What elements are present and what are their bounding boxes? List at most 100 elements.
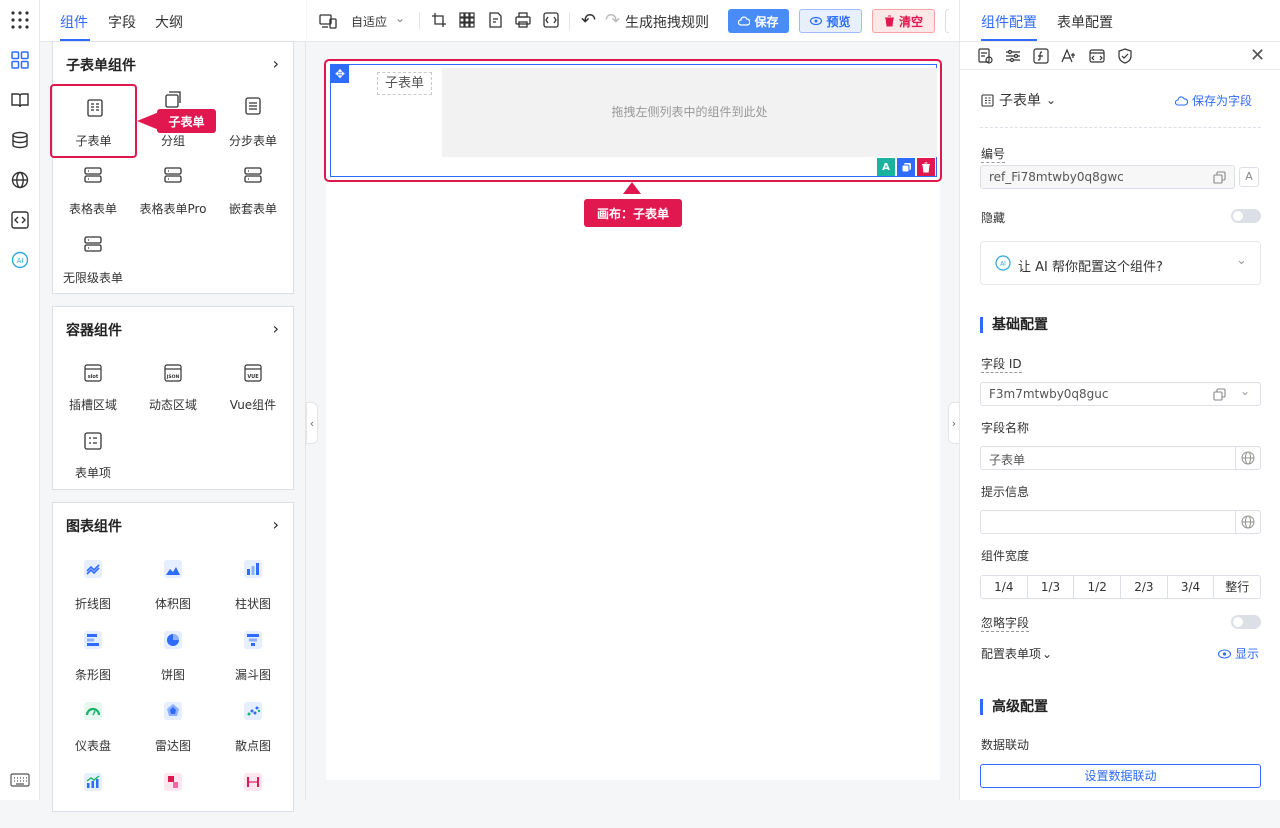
nested-form-icon	[244, 167, 262, 183]
width-option[interactable]: 1/2	[1074, 576, 1122, 598]
shield-icon[interactable]	[1117, 48, 1133, 64]
hide-toggle[interactable]	[1231, 209, 1261, 223]
components-icon[interactable]	[8, 48, 32, 72]
width-option[interactable]: 2/3	[1121, 576, 1168, 598]
form-item-icon	[84, 432, 102, 450]
component-radar-chart[interactable]: 雷达图	[133, 695, 213, 757]
clear-button[interactable]: 清空	[872, 9, 935, 33]
globe-icon[interactable]	[1241, 515, 1255, 529]
subform-block[interactable]: ✥ 子表单 拖拽左侧列表中的组件到此处 A	[330, 64, 937, 177]
svg-text:VUE: VUE	[247, 374, 259, 380]
component-area-chart[interactable]: 体积图	[133, 553, 213, 615]
device-icon[interactable]	[319, 12, 337, 33]
show-label: 显示	[1235, 647, 1260, 661]
crop-icon[interactable]	[431, 12, 447, 31]
ignore-toggle[interactable]	[1231, 615, 1261, 629]
edit-icon[interactable]	[487, 12, 503, 31]
component-infinite-form[interactable]: 无限级表单	[53, 226, 133, 288]
component-vue[interactable]: VUE Vue组件	[213, 357, 293, 419]
redo-icon[interactable]: ↷	[605, 10, 620, 31]
component-line-chart[interactable]: 折线图	[53, 553, 133, 615]
chevron-down-icon[interactable]: ⌄	[1240, 384, 1250, 398]
component-slot-area[interactable]: slot 插槽区域	[53, 357, 133, 419]
json-icon: JSON	[164, 364, 182, 382]
font-a-icon[interactable]: A	[1239, 167, 1259, 187]
component-step-form[interactable]: 分步表单	[213, 84, 293, 148]
ai-icon[interactable]: AI	[8, 248, 32, 272]
id-field[interactable]: ref_Fi78mtwby0q8gwc	[980, 165, 1235, 189]
infinite-form-icon	[84, 236, 102, 252]
component-table-form-pro[interactable]: 表格表单Pro	[133, 157, 213, 219]
grid-icon[interactable]	[459, 12, 475, 31]
cloud-icon	[738, 16, 751, 26]
tab-fields[interactable]: 字段	[108, 12, 136, 32]
component-block-chart[interactable]	[133, 766, 213, 828]
database-icon[interactable]	[8, 128, 32, 152]
component-table-form[interactable]: 表格表单	[53, 157, 133, 219]
book-icon[interactable]	[8, 88, 32, 112]
ai-help-card[interactable]: AI 让 AI 帮你配置这个组件? ⌄	[980, 241, 1261, 285]
component-subform[interactable]: 子表单	[50, 84, 137, 158]
keyboard-icon[interactable]	[8, 768, 32, 792]
component-dynamic-area[interactable]: JSON 动态区域	[133, 357, 213, 419]
tab-components[interactable]: 组件	[60, 12, 88, 32]
sliders-icon[interactable]	[1005, 48, 1021, 64]
globe-icon[interactable]	[8, 168, 32, 192]
component-mixed-chart[interactable]	[53, 766, 133, 828]
chevron-right-icon[interactable]: ›	[273, 319, 279, 338]
width-option[interactable]: 整行	[1214, 576, 1260, 598]
adaptive-select[interactable]: 自适应	[351, 13, 387, 30]
copy-icon[interactable]	[1213, 171, 1226, 184]
chevron-right-icon[interactable]: ›	[273, 54, 279, 73]
function-icon[interactable]	[1033, 48, 1049, 64]
globe-icon[interactable]	[1241, 451, 1255, 465]
component-gauge[interactable]: 仪表盘	[53, 695, 133, 757]
undo-icon[interactable]: ↶	[581, 10, 596, 31]
tab-outline[interactable]: 大纲	[155, 12, 183, 32]
close-icon[interactable]: ✕	[1250, 45, 1265, 66]
tab-form-config[interactable]: 表单配置	[1057, 12, 1113, 32]
field-name-input[interactable]: 子表单	[980, 446, 1261, 470]
component-scatter-chart[interactable]: 散点图	[213, 695, 293, 757]
component-strip-chart[interactable]: 条形图	[53, 624, 133, 686]
collapse-left-handle[interactable]: ‹	[306, 402, 318, 444]
props-icon[interactable]	[977, 48, 993, 64]
component-funnel-chart[interactable]: 漏斗图	[213, 624, 293, 686]
save-label: 保存	[754, 14, 779, 29]
config-items-toggle[interactable]: 配置表单项 ⌄	[981, 645, 1052, 662]
ai-action-icon[interactable]: A	[877, 158, 895, 176]
copy-icon[interactable]	[897, 158, 915, 176]
overflow-button-edge[interactable]	[945, 9, 949, 33]
advanced-config-heading: 高级配置	[980, 699, 1048, 715]
set-linkage-button[interactable]: 设置数据联动	[980, 764, 1261, 788]
component-gantt-chart[interactable]	[213, 766, 293, 828]
print-icon[interactable]	[515, 12, 531, 31]
chevron-right-icon[interactable]: ›	[273, 515, 279, 534]
delete-icon[interactable]	[917, 158, 935, 176]
component-nested-form[interactable]: 嵌套表单	[213, 157, 293, 219]
component-bar-chart[interactable]: 柱状图	[213, 553, 293, 615]
component-form-item[interactable]: 表单项	[53, 425, 133, 487]
gen-rule-button[interactable]: 生成拖拽规则	[625, 12, 709, 32]
preview-button[interactable]: 预览	[799, 9, 862, 33]
save-as-field-link[interactable]: 保存为字段	[1175, 92, 1252, 109]
hint-input[interactable]	[980, 510, 1261, 534]
gantt-chart-icon	[244, 773, 262, 791]
text-style-icon[interactable]	[1061, 48, 1077, 64]
show-link[interactable]: 显示	[1218, 645, 1259, 662]
apps-grid-icon[interactable]	[8, 8, 32, 32]
chevron-down-icon[interactable]: ⌄	[395, 11, 405, 25]
width-option[interactable]: 3/4	[1168, 576, 1215, 598]
save-button[interactable]: 保存	[728, 9, 789, 33]
code-icon[interactable]	[8, 208, 32, 232]
width-option[interactable]: 1/4	[981, 576, 1028, 598]
component-type-select[interactable]: 子表单 ⌄	[981, 90, 1056, 110]
tab-component-config[interactable]: 组件配置	[981, 12, 1037, 32]
code-window-icon[interactable]	[1089, 48, 1105, 64]
move-icon[interactable]: ✥	[331, 65, 349, 83]
copy-icon[interactable]	[1213, 388, 1226, 401]
json-icon[interactable]	[543, 12, 559, 31]
width-option[interactable]: 1/3	[1028, 576, 1075, 598]
drop-zone[interactable]: 拖拽左侧列表中的组件到此处	[442, 68, 937, 157]
component-pie-chart[interactable]: 饼图	[133, 624, 213, 686]
